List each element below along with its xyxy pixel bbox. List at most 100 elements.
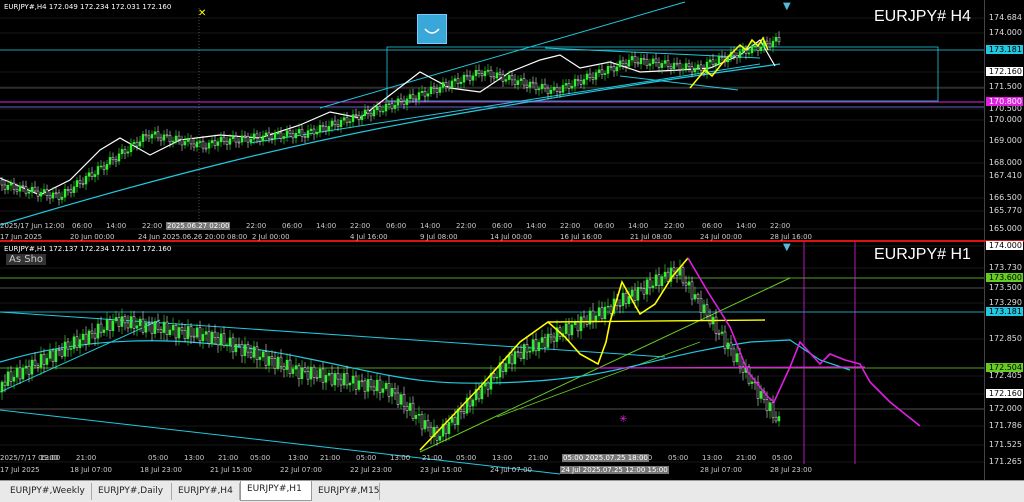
time-label: 05:00 bbox=[456, 454, 477, 462]
candle-body bbox=[297, 129, 301, 134]
candle-body bbox=[402, 394, 406, 407]
as-show-button[interactable]: As Sho bbox=[6, 254, 47, 265]
time-label: 22:00 bbox=[664, 222, 685, 230]
candle-body bbox=[456, 78, 460, 84]
candle-body bbox=[273, 132, 277, 140]
time-label: 05:00 bbox=[148, 454, 169, 462]
candle-body bbox=[639, 58, 643, 65]
candle-body bbox=[471, 75, 475, 81]
tab-eurjpy-m15[interactable]: EURJPY#,M15 bbox=[312, 483, 380, 500]
candle-body bbox=[447, 422, 451, 434]
candle-body bbox=[261, 351, 265, 358]
time-label: 14:00 bbox=[736, 222, 757, 230]
candle-body bbox=[666, 271, 670, 282]
candle-body bbox=[609, 66, 613, 68]
candle-body bbox=[582, 316, 586, 322]
candle-body bbox=[519, 78, 523, 81]
candle-body bbox=[315, 377, 319, 379]
time-label: 21:00 bbox=[422, 454, 443, 462]
candle-body bbox=[717, 333, 721, 335]
candle-body bbox=[354, 114, 358, 116]
candle-body bbox=[243, 135, 247, 138]
candle-body bbox=[336, 124, 340, 128]
candle-body bbox=[549, 333, 553, 338]
candle-body bbox=[660, 276, 664, 287]
candle-body bbox=[600, 307, 604, 320]
time-label: 21:00 bbox=[736, 454, 757, 462]
candle-body bbox=[345, 373, 349, 386]
candle-body bbox=[12, 182, 16, 190]
candle-body bbox=[420, 414, 424, 430]
candle-body bbox=[426, 93, 430, 97]
time-label: 21 Jul 15:00 bbox=[210, 466, 252, 474]
h4-price-chart[interactable]: ✕▼ bbox=[0, 0, 1024, 240]
candle-body bbox=[768, 43, 772, 48]
candle-body bbox=[72, 336, 76, 349]
tab-eurjpy-h1[interactable]: EURJPY#,H1 bbox=[240, 481, 312, 501]
time-label: 24 Jul 00:00 bbox=[700, 233, 742, 241]
tab-eurjpy-weekly[interactable]: EURJPY#,Weekly bbox=[4, 483, 92, 500]
candle-body bbox=[564, 83, 568, 86]
candle-body bbox=[732, 348, 736, 363]
candle-body bbox=[774, 416, 778, 422]
candle-body bbox=[96, 166, 100, 175]
candle-body bbox=[201, 334, 205, 342]
candle-body bbox=[117, 317, 121, 327]
candle-body bbox=[36, 190, 40, 197]
candle-body bbox=[384, 383, 388, 389]
time-label: 05:00 bbox=[772, 454, 793, 462]
candle-body bbox=[21, 367, 25, 380]
time-label: 13:00 bbox=[288, 454, 309, 462]
candle-body bbox=[492, 76, 496, 79]
candle-body bbox=[477, 389, 481, 400]
candle-body bbox=[597, 307, 601, 317]
candle-body bbox=[657, 62, 661, 68]
candle-body bbox=[774, 36, 778, 42]
candle-body bbox=[189, 326, 193, 337]
candle-body bbox=[96, 323, 100, 339]
candle-body bbox=[684, 63, 688, 70]
price-tag: 172.504 bbox=[986, 363, 1023, 372]
h4-price-axis[interactable]: 174.684 174.000 173.181 172.160 171.500 170.8… bbox=[984, 0, 1024, 240]
candle-body bbox=[639, 287, 643, 289]
candle-body bbox=[135, 142, 139, 147]
candle-body bbox=[600, 69, 604, 75]
candle-body bbox=[297, 365, 301, 380]
candle-body bbox=[18, 185, 22, 192]
price-label: 173.730 bbox=[988, 263, 1022, 272]
candle-body bbox=[648, 279, 652, 288]
candle-body bbox=[399, 98, 403, 102]
candle-body bbox=[351, 375, 355, 384]
candle-body bbox=[159, 137, 163, 141]
candle-body bbox=[123, 149, 127, 154]
candle-body bbox=[15, 189, 19, 192]
time-label: 2025/17 Jun 12:00 bbox=[0, 222, 65, 230]
candle-body bbox=[333, 120, 337, 126]
candle-body bbox=[399, 394, 403, 405]
candle-body bbox=[237, 344, 241, 346]
h1-price-chart[interactable]: ✳▼ bbox=[0, 242, 1024, 480]
candle-body bbox=[117, 153, 121, 162]
candle-body bbox=[207, 331, 211, 344]
h1-price-axis[interactable]: 174.000 173.730173.600173.500 173.290173.1… bbox=[984, 241, 1024, 480]
candle-body bbox=[174, 135, 178, 142]
candle-body bbox=[504, 79, 508, 82]
price-label: 173.290 bbox=[988, 298, 1022, 307]
candle-body bbox=[768, 402, 772, 412]
candle-body bbox=[81, 333, 85, 340]
candle-body bbox=[195, 141, 199, 148]
candle-body bbox=[360, 115, 364, 121]
candle-body bbox=[579, 80, 583, 85]
candle-body bbox=[267, 356, 271, 366]
candle-body bbox=[333, 373, 337, 386]
ma-line bbox=[0, 339, 851, 384]
candle-body bbox=[561, 85, 565, 93]
chart-smile-icon[interactable] bbox=[417, 14, 447, 44]
candle-body bbox=[309, 366, 313, 380]
tab-eurjpy-daily[interactable]: EURJPY#,Daily bbox=[92, 483, 172, 500]
h1-chart-panel[interactable]: ✳ ▼ EURJPY#,H1 172.137 172.234 172.117 17… bbox=[0, 241, 1024, 480]
candle-body bbox=[477, 69, 481, 74]
h4-chart-panel[interactable]: ✕ ▼ EURJPY#,H4 172.049 172.234 172.031 17… bbox=[0, 0, 1024, 242]
candle-body bbox=[186, 137, 190, 142]
tab-eurjpy-h4[interactable]: EURJPY#,H4 bbox=[172, 483, 240, 500]
